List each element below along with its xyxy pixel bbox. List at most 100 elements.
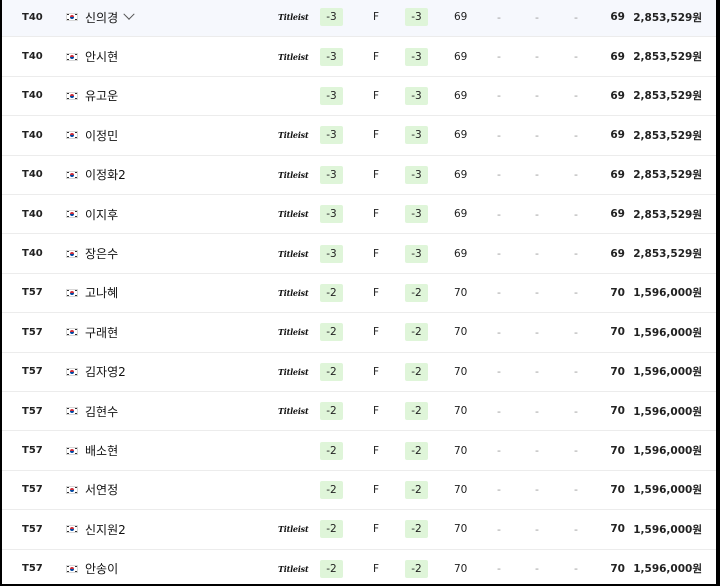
player-name-link[interactable]: 김자영2 (85, 353, 126, 391)
player-name-link[interactable]: 고나혜 (85, 274, 118, 312)
player-name: 이정민 (85, 128, 119, 143)
player-name-link[interactable]: 안시현 (85, 37, 118, 75)
leaderboard-row[interactable]: T40 신의경 Titleist -3 F -3 69 - - - 69 2,853,529원 (2, 0, 716, 38)
thru-status: F (373, 405, 380, 418)
leaderboard-row[interactable]: T57 김자영2 Titleist -2 F -2 70 - - - 70 1,596,000원 (2, 353, 716, 392)
today-score-badge: -3 (405, 165, 428, 184)
round-4-score: - (574, 522, 578, 536)
round-3-score: - (535, 89, 539, 103)
round-3-score: - (535, 562, 539, 576)
round-3-score: - (535, 325, 539, 339)
player-name-link[interactable]: 서연정 (85, 471, 118, 509)
today-score-badge: -2 (405, 520, 428, 539)
player-name-link[interactable]: 이정민 (85, 116, 118, 154)
round-4-score: - (574, 207, 578, 221)
south-korea-flag-icon (66, 471, 78, 509)
sponsor-logo: Titleist (278, 51, 309, 62)
today-score-badge: -3 (405, 205, 428, 224)
thru-status: F (373, 483, 380, 496)
leaderboard-row[interactable]: T57 배소현 -2 F -2 70 - - - 70 1,596,000원 (2, 431, 716, 471)
player-name-link[interactable]: 이지후 (85, 195, 118, 233)
sponsor-logo: Titleist (278, 366, 309, 377)
south-korea-flag-icon (66, 510, 78, 548)
to-par-badge: -2 (320, 441, 343, 460)
prize-money: 1,596,000원 (633, 563, 702, 576)
thru-status: F (373, 444, 380, 457)
south-korea-flag-icon (66, 550, 78, 584)
leaderboard-row[interactable]: T40 이정민 Titleist -3 F -3 69 - - - 69 2,853,529원 (2, 116, 716, 156)
prize-money: 1,596,000원 (633, 405, 702, 418)
to-par-badge: -3 (320, 165, 343, 184)
player-name-link[interactable]: 김현수 (85, 392, 118, 430)
leaderboard-row[interactable]: T40 이지후 Titleist -3 F -3 69 - - - 69 2,853,529원 (2, 195, 716, 235)
leaderboard-row[interactable]: T40 유고운 -3 F -3 69 - - - 69 2,853,529원 (2, 77, 716, 117)
today-score-badge: -3 (405, 86, 428, 105)
player-name-link[interactable]: 구래현 (85, 313, 118, 351)
round-2-score: - (497, 89, 501, 103)
thru-status: F (373, 286, 380, 299)
leaderboard-row[interactable]: T57 김현수 Titleist -2 F -2 70 - - - 70 1,596,000원 (2, 392, 716, 432)
sponsor-logo: Titleist (278, 169, 309, 180)
player-name-link[interactable]: 유고운 (85, 77, 118, 115)
player-name: 배소현 (85, 444, 119, 459)
round-2-score: - (497, 365, 501, 379)
leaderboard-row[interactable]: T40 이정화2 Titleist -3 F -3 69 - - - 69 2,853,529원 (2, 156, 716, 195)
player-name-link[interactable]: 신지원2 (85, 510, 126, 548)
round-3-score: - (535, 444, 539, 458)
total-score: 70 (610, 326, 625, 339)
leaderboard-row[interactable]: T57 안송이 Titleist -2 F -2 70 - - - 70 1,596,000원 (2, 550, 716, 584)
to-par-badge: -2 (320, 520, 343, 539)
leaderboard-row[interactable]: T57 서연정 -2 F -2 70 - - - 70 1,596,000원 (2, 471, 716, 511)
sponsor-logo: Titleist (278, 209, 309, 220)
round-4-score: - (574, 10, 578, 24)
player-name: 이지후 (85, 207, 119, 222)
round-2-score: - (497, 325, 501, 339)
prize-money: 2,853,529원 (633, 169, 702, 182)
player-name-link[interactable]: 안송이 (85, 550, 118, 584)
player-name-link[interactable]: 장은수 (85, 234, 118, 272)
round-2-score: - (497, 444, 501, 458)
round-1-score: 70 (454, 483, 468, 496)
round-3-score: - (535, 483, 539, 497)
round-1-score: 70 (454, 405, 468, 418)
total-score: 70 (610, 286, 625, 299)
today-score-badge: -2 (405, 362, 428, 381)
round-3-score: - (535, 365, 539, 379)
player-name-link[interactable]: 이정화2 (85, 156, 126, 194)
leaderboard-row[interactable]: T40 장은수 Titleist -3 F -3 69 - - - 69 2,853,529원 (2, 234, 716, 274)
leaderboard-row[interactable]: T57 신지원2 Titleist -2 F -2 70 - - - 70 1,596,000원 (2, 510, 716, 550)
sponsor-logo: Titleist (278, 248, 309, 259)
today-score-badge: -2 (405, 480, 428, 499)
player-name-link[interactable]: 배소현 (85, 431, 118, 469)
player-name: 유고운 (85, 89, 119, 104)
player-name: 구래현 (85, 325, 119, 340)
today-score-badge: -3 (405, 244, 428, 263)
thru-status: F (373, 365, 380, 378)
player-name: 안송이 (85, 562, 119, 577)
chevron-down-icon[interactable] (123, 8, 135, 21)
leaderboard-row[interactable]: T40 안시현 Titleist -3 F -3 69 - - - 69 2,853,529원 (2, 37, 716, 77)
today-score-badge: -3 (405, 8, 428, 27)
round-4-score: - (574, 286, 578, 300)
prize-money: 2,853,529원 (633, 248, 702, 261)
player-name-link[interactable]: 신의경 (85, 0, 135, 36)
south-korea-flag-icon (66, 274, 78, 312)
rank-label: T40 (22, 248, 43, 260)
rank-label: T40 (22, 11, 43, 23)
rank-label: T57 (22, 405, 43, 417)
thru-status: F (373, 89, 380, 102)
total-score: 69 (610, 247, 625, 260)
leaderboard-row[interactable]: T57 고나혜 Titleist -2 F -2 70 - - - 70 1,596,000원 (2, 274, 716, 314)
round-1-score: 69 (454, 11, 468, 24)
round-4-score: - (574, 247, 578, 261)
total-score: 70 (610, 523, 625, 536)
prize-money: 1,596,000원 (633, 326, 702, 339)
round-3-score: - (535, 128, 539, 142)
to-par-badge: -3 (320, 47, 343, 66)
round-2-score: - (497, 207, 501, 221)
leaderboard-row[interactable]: T57 구래현 Titleist -2 F -2 70 - - - 70 1,596,000원 (2, 313, 716, 353)
player-name: 김현수 (85, 404, 119, 419)
today-score-badge: -2 (405, 441, 428, 460)
south-korea-flag-icon (66, 37, 78, 75)
round-4-score: - (574, 168, 578, 182)
